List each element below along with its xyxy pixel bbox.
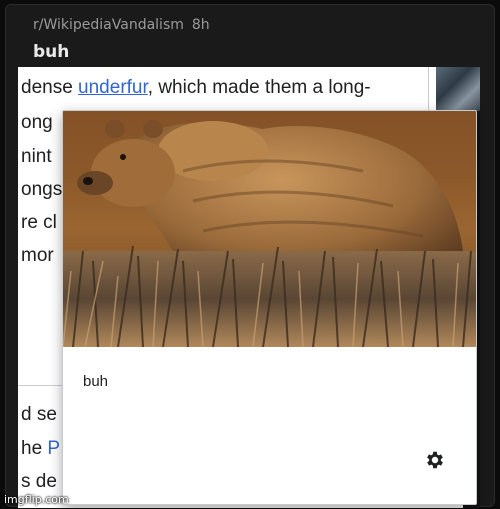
article-fragment: ongs	[21, 179, 63, 200]
post-meta: r/WikipediaVandalism 8h	[33, 17, 210, 33]
article-fragment: he P	[21, 438, 61, 459]
section-divider	[18, 385, 68, 386]
article-link[interactable]: P	[47, 438, 60, 459]
article-thumbnail	[436, 67, 480, 111]
article-fragment: ong	[21, 112, 53, 133]
imgflip-watermark: imgflip.com	[4, 493, 69, 506]
preview-caption: buh	[83, 373, 109, 390]
post-age: 8h	[191, 17, 210, 33]
post-title[interactable]: buh	[33, 42, 69, 62]
page-preview-popup[interactable]: buh	[62, 110, 477, 505]
underfur-link[interactable]: underfur	[78, 77, 148, 98]
article-fragment: d se	[21, 404, 57, 425]
divider	[428, 67, 429, 111]
article-line: dense underfur, which made them a long-	[21, 77, 371, 98]
subreddit-name[interactable]: r/WikipediaVandalism	[33, 17, 184, 33]
gear-icon[interactable]	[424, 449, 446, 471]
article-fragment: nint	[21, 146, 52, 167]
article-fragment: s de	[21, 471, 57, 492]
bear-photo	[63, 111, 476, 347]
article-fragment: re cl	[21, 212, 57, 233]
article-fragment: mor	[21, 245, 54, 266]
